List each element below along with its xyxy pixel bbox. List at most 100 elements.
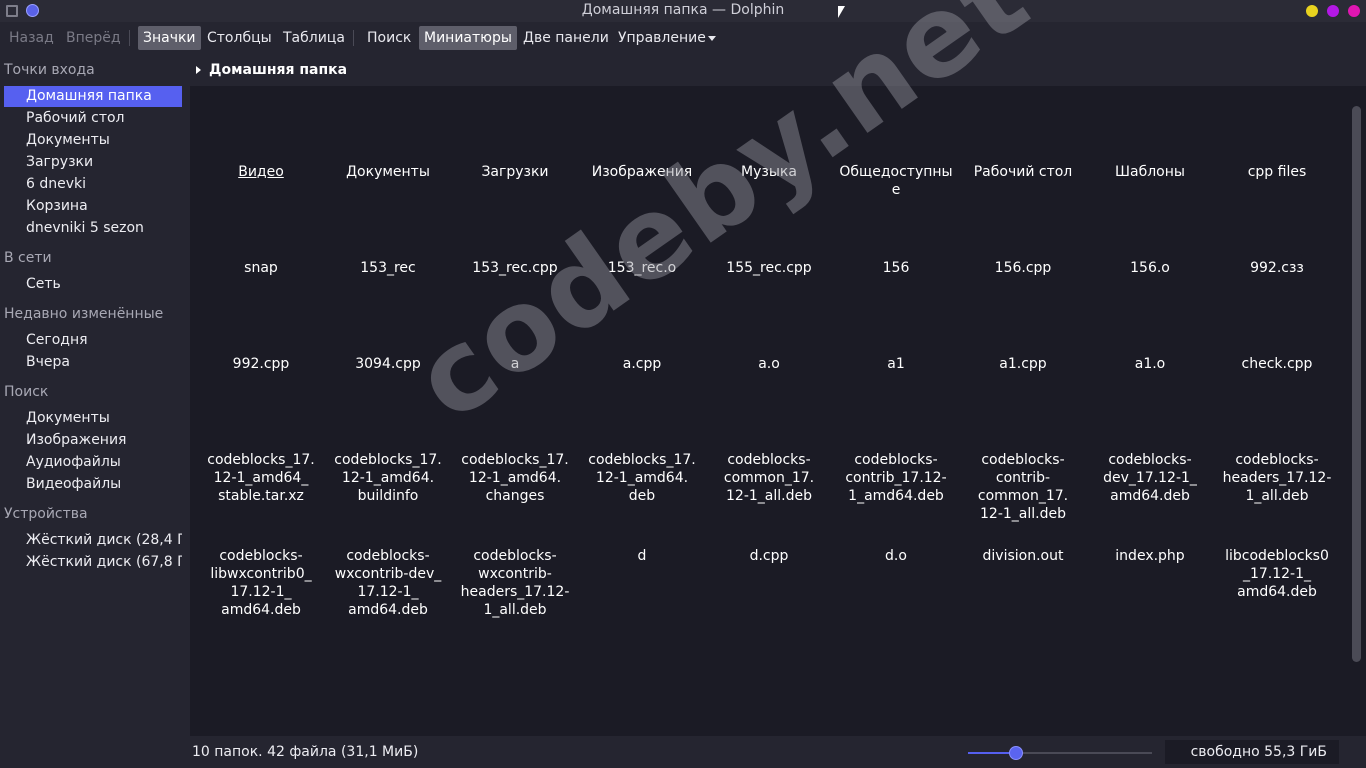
file-item[interactable]: d (584, 547, 700, 565)
vertical-scrollbar[interactable] (1350, 86, 1366, 736)
sidebar-item-search-documents[interactable]: Документы (4, 408, 182, 429)
sidebar-item-hard-disk-1[interactable]: Жёсткий диск (28,4 ГиБ) (4, 530, 182, 551)
file-item[interactable]: codeblocks_17. 12-1_amd64. buildinfo (330, 451, 446, 505)
file-name-line: 153_rec.o (607, 260, 677, 276)
file-item[interactable]: Загрузки (457, 163, 573, 181)
location-bar[interactable]: Домашняя папка (190, 54, 1366, 86)
sidebar-item-downloads[interactable]: Загрузки (4, 152, 182, 173)
free-space-indicator[interactable]: свободно 55,3 ГиБ (1165, 740, 1339, 764)
file-item[interactable]: a1.o (1092, 355, 1208, 373)
file-name-line: d.cpp (749, 548, 789, 564)
file-item[interactable]: 3094.cpp (330, 355, 446, 373)
file-item[interactable]: codeblocks-dev_17.12-1_ amd64.deb (1092, 451, 1208, 505)
minimize-button[interactable] (1306, 5, 1318, 17)
zoom-slider-handle[interactable] (1008, 746, 1023, 760)
sidebar-item-today[interactable]: Сегодня (4, 330, 182, 351)
status-bar: 10 папок. 42 файла (31,1 МиБ) свободно 5… (190, 736, 1366, 768)
file-item[interactable]: a1 (838, 355, 954, 373)
places-header: Точки входа (4, 62, 95, 78)
file-item[interactable]: check.cpp (1219, 355, 1335, 373)
file-item[interactable]: 156 (838, 259, 954, 277)
file-name-line: codeblocks- (854, 452, 938, 468)
file-item[interactable]: a.o (711, 355, 827, 373)
file-item[interactable]: cpp files (1219, 163, 1335, 181)
file-name-line: 153_rec (360, 260, 416, 276)
sidebar-item-network[interactable]: Сеть (4, 274, 182, 295)
file-item[interactable]: codeblocks-wxcontrib-dev_ 17.12-1_ amd64.d… (330, 547, 446, 619)
file-item[interactable]: codeblocks-headers_17.12- 1_all.deb (1219, 451, 1335, 505)
file-name-line: codeblocks- (219, 548, 303, 564)
file-item[interactable]: 153_rec.o (584, 259, 700, 277)
file-name-line: codeblocks- (346, 548, 430, 564)
sidebar-item-trash[interactable]: Корзина (4, 196, 182, 217)
file-item[interactable]: a (457, 355, 573, 373)
file-item[interactable]: codeblocks-wxcontrib-headers_17.12- 1_all… (457, 547, 573, 619)
file-view[interactable]: Видео Документы Загрузки Изображения Музыка О… (190, 86, 1350, 736)
forward-button[interactable]: Вперёд (61, 26, 126, 50)
file-item[interactable]: Общедоступны е (838, 163, 954, 199)
file-item[interactable]: 155_rec.cpp (711, 259, 827, 277)
file-item[interactable]: division.out (965, 547, 1081, 565)
file-item[interactable]: 156.cpp (965, 259, 1081, 277)
file-item[interactable]: codeblocks-contrib-common_17. 12-1_all.de… (965, 451, 1081, 523)
table-view-button[interactable]: Таблица (278, 26, 350, 50)
maximize-button[interactable] (1327, 5, 1339, 17)
back-button[interactable]: Назад (4, 26, 59, 50)
file-item[interactable]: 992.cзз (1219, 259, 1335, 277)
file-name-line: d.o (885, 548, 907, 564)
file-name-line: a (510, 356, 520, 372)
file-item[interactable]: Рабочий стол (965, 163, 1081, 181)
file-name-line: codeblocks_17. (334, 452, 442, 468)
sidebar-item-documents[interactable]: Документы (4, 130, 182, 151)
file-name-line: 12-1_amd64_ (213, 470, 309, 486)
file-item[interactable]: Шаблоны (1092, 163, 1208, 181)
sidebar-item-hard-disk-2[interactable]: Жёсткий диск (67,8 ГиБ) (4, 552, 182, 573)
file-name-line: amd64.deb (221, 602, 301, 618)
sidebar-item-search-images[interactable]: Изображения (4, 430, 182, 451)
file-item[interactable]: Видео (203, 163, 319, 181)
file-name-line: Шаблоны (1115, 164, 1185, 180)
sidebar-item-dnevniki-5-sezon[interactable]: dnevniki 5 sezon (4, 218, 182, 239)
sidebar-item-search-video[interactable]: Видеофайлы (4, 474, 182, 495)
control-menu-button[interactable]: Управление (613, 26, 721, 50)
file-item[interactable]: 153_rec (330, 259, 446, 277)
file-item[interactable]: d.cpp (711, 547, 827, 565)
file-item[interactable]: 153_rec.cpp (457, 259, 573, 277)
file-item[interactable]: codeblocks-libwxcontrib0_ 17.12-1_ amd64.d… (203, 547, 319, 619)
scrollbar-thumb[interactable] (1352, 106, 1361, 662)
sidebar-item-6-dnevki[interactable]: 6 dnevki (4, 174, 182, 195)
close-button[interactable] (1348, 5, 1360, 17)
file-item[interactable]: codeblocks_17. 12-1_amd64_ stable.tar.xz (203, 451, 319, 505)
file-item[interactable]: Изображения (584, 163, 700, 181)
file-name-line: Изображения (591, 164, 693, 180)
file-item[interactable]: libcodeblocks0 _17.12-1_ amd64.deb (1219, 547, 1335, 601)
file-name-line: Музыка (741, 164, 797, 180)
file-name-line: common_17. (723, 470, 815, 486)
breadcrumb-arrow-icon[interactable] (196, 66, 201, 74)
sidebar-item-home[interactable]: Домашняя папка (4, 86, 182, 107)
breadcrumb-home[interactable]: Домашняя папка (209, 62, 347, 78)
file-item[interactable]: snap (203, 259, 319, 277)
columns-view-button[interactable]: Столбцы (202, 26, 277, 50)
split-view-button[interactable]: Две панели (518, 26, 614, 50)
icons-view-button[interactable]: Значки (138, 26, 201, 50)
file-item[interactable]: Музыка (711, 163, 827, 181)
file-item[interactable]: codeblocks_17. 12-1_amd64. changes (457, 451, 573, 505)
sidebar-item-desktop[interactable]: Рабочий стол (4, 108, 182, 129)
sidebar-item-search-audio[interactable]: Аудиофайлы (4, 452, 182, 473)
file-name-line: libcodeblocks0 (1225, 548, 1329, 564)
file-item[interactable]: a.cpp (584, 355, 700, 373)
file-item[interactable]: d.o (838, 547, 954, 565)
file-item[interactable]: index.php (1092, 547, 1208, 565)
file-item[interactable]: 992.cpp (203, 355, 319, 373)
file-item[interactable]: 156.o (1092, 259, 1208, 277)
previews-button[interactable]: Миниатюры (419, 26, 517, 50)
search-button[interactable]: Поиск (362, 26, 416, 50)
sidebar-item-yesterday[interactable]: Вчера (4, 352, 182, 373)
file-item[interactable]: codeblocks-common_17. 12-1_all.deb (711, 451, 827, 505)
file-item[interactable]: codeblocks_17. 12-1_amd64. deb (584, 451, 700, 505)
file-item[interactable]: Документы (330, 163, 446, 181)
file-item[interactable]: codeblocks-contrib_17.12- 1_amd64.deb (838, 451, 954, 505)
file-item[interactable]: a1.cpp (965, 355, 1081, 373)
file-name-line: contrib_17.12- (845, 470, 947, 486)
